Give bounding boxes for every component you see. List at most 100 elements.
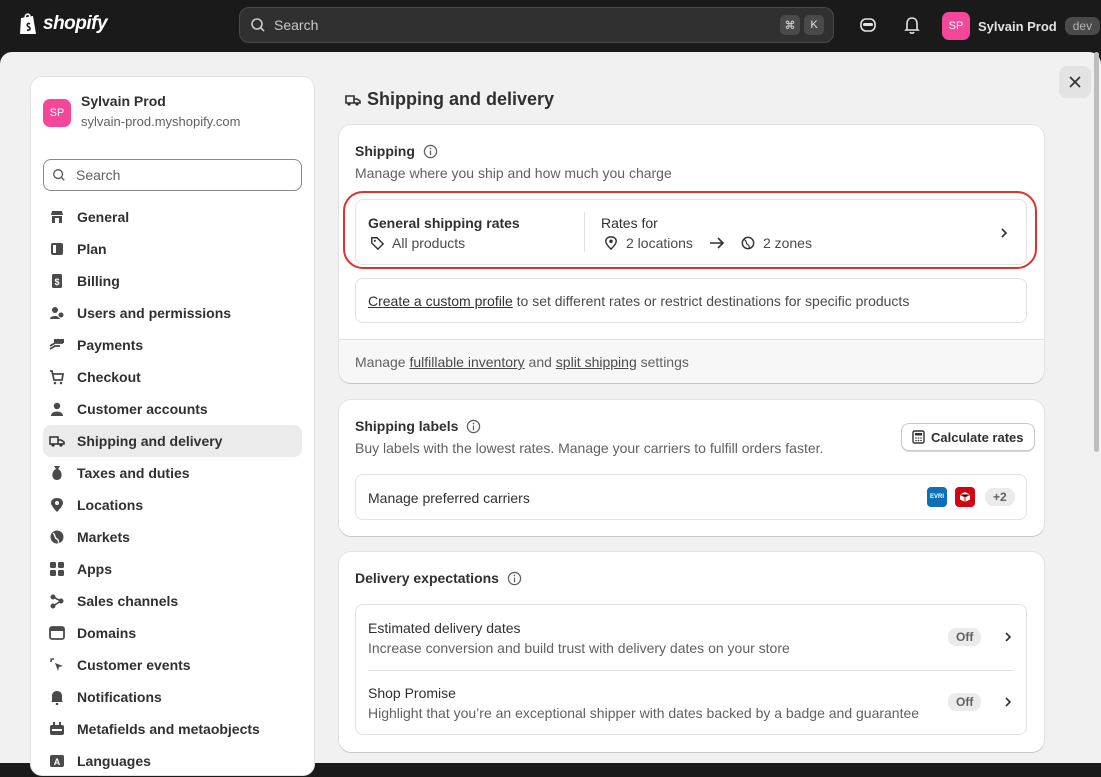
globe-icon bbox=[49, 529, 65, 545]
sidebar-store-avatar: SP bbox=[43, 99, 71, 127]
truck-icon bbox=[345, 94, 361, 106]
location-icon bbox=[49, 497, 65, 513]
sidebar-item-customer-events[interactable]: Customer events bbox=[43, 649, 302, 681]
person-icon bbox=[49, 401, 65, 417]
languages-icon: A bbox=[49, 753, 65, 769]
env-badge: dev bbox=[1064, 17, 1101, 35]
users-icon bbox=[49, 305, 65, 321]
sidebar-item-label: Apps bbox=[77, 561, 112, 577]
sidebar-item-label: Markets bbox=[77, 529, 130, 545]
estimated-delivery-dates-row[interactable]: Estimated delivery dates Increase conver… bbox=[356, 605, 1026, 670]
fulfillable-inventory-link[interactable]: fulfillable inventory bbox=[409, 354, 524, 370]
shipping-subtitle: Manage where you ship and how much you c… bbox=[355, 165, 672, 181]
bell-icon[interactable] bbox=[901, 14, 923, 36]
global-search-input[interactable]: Search ⌘ K bbox=[239, 7, 834, 43]
close-icon bbox=[1069, 76, 1081, 88]
sidebar-item-taxes[interactable]: Taxes and duties bbox=[43, 457, 302, 489]
sidebar-item-plan[interactable]: Plan bbox=[43, 233, 302, 265]
sidebar-store-header: SP Sylvain Prod sylvain-prod.myshopify.c… bbox=[43, 93, 240, 129]
delivery-expectations-card: Delivery expectations Estimated delivery… bbox=[339, 552, 1044, 752]
sidebar-item-notifications[interactable]: Notifications bbox=[43, 681, 302, 713]
split-shipping-link[interactable]: split shipping bbox=[556, 354, 637, 370]
shipping-heading: Shipping bbox=[355, 143, 438, 159]
cube-icon bbox=[959, 492, 971, 502]
settings-sidebar: SP Sylvain Prod sylvain-prod.myshopify.c… bbox=[30, 76, 315, 776]
chevron-right-icon bbox=[1005, 632, 1012, 642]
shopify-bag-icon bbox=[20, 13, 36, 34]
sidebar-item-label: Billing bbox=[77, 273, 120, 289]
sidebar-item-label: Languages bbox=[77, 753, 151, 769]
labels-heading: Shipping labels bbox=[355, 418, 481, 434]
sidebar-item-label: Customer accounts bbox=[77, 401, 208, 417]
sidebar-item-metafields[interactable]: Metafields and metaobjects bbox=[43, 713, 302, 745]
sidebar-item-customer-accounts[interactable]: Customer accounts bbox=[43, 393, 302, 425]
domains-icon bbox=[49, 625, 65, 641]
page-title: Shipping and delivery bbox=[345, 89, 554, 110]
more-carriers-badge: +2 bbox=[985, 488, 1015, 506]
calculate-rates-label: Calculate rates bbox=[931, 429, 1024, 445]
sidebar-item-billing[interactable]: $ Billing bbox=[43, 265, 302, 297]
sidebar-item-label: General bbox=[77, 209, 130, 225]
store-avatar: SP bbox=[942, 12, 970, 40]
settings-nav: General Plan $ Billing Users and permiss… bbox=[43, 201, 302, 777]
shopify-logo[interactable]: shopify bbox=[18, 12, 108, 36]
page-title-text: Shipping and delivery bbox=[367, 89, 555, 109]
sidebar-item-apps[interactable]: Apps bbox=[43, 553, 302, 585]
sidebar-store-domain: sylvain-prod.myshopify.com bbox=[81, 114, 241, 129]
store-switcher[interactable]: SP Sylvain Prod dev bbox=[942, 12, 1101, 40]
sidebar-item-languages[interactable]: A Languages bbox=[43, 745, 302, 777]
channels-icon bbox=[49, 593, 65, 609]
row-desc: Highlight that you’re an exceptional shi… bbox=[368, 705, 920, 721]
search-icon bbox=[251, 18, 265, 32]
status-badge: Off bbox=[948, 693, 982, 711]
sidebar-store-title: Sylvain Prod bbox=[81, 93, 166, 109]
metafields-icon bbox=[49, 721, 65, 737]
preferred-carriers-label: Manage preferred carriers bbox=[368, 490, 530, 506]
sidebar-item-sales-channels[interactable]: Sales channels bbox=[43, 585, 302, 617]
calculate-rates-button[interactable]: Calculate rates bbox=[901, 423, 1035, 451]
tax-icon bbox=[49, 465, 65, 481]
sidekick-icon[interactable] bbox=[857, 14, 879, 36]
evri-carrier-logo: EVRI bbox=[927, 487, 947, 507]
custom-profile-text: Create a custom profile to set different… bbox=[368, 293, 909, 309]
sidebar-item-label: Domains bbox=[77, 625, 137, 641]
footer-and: and bbox=[528, 354, 552, 370]
carrier-cube-logo bbox=[955, 487, 975, 507]
svg-text:A: A bbox=[54, 757, 61, 767]
shop-promise-row[interactable]: Shop Promise Highlight that you’re an ex… bbox=[356, 671, 1026, 736]
sidebar-item-markets[interactable]: Markets bbox=[43, 521, 302, 553]
delivery-heading-text: Delivery expectations bbox=[355, 570, 499, 586]
sidebar-item-general[interactable]: General bbox=[43, 201, 302, 233]
search-placeholder: Search bbox=[274, 17, 319, 33]
info-icon[interactable] bbox=[466, 419, 481, 434]
close-button[interactable] bbox=[1059, 66, 1091, 98]
shipping-footer: Manage fulfillable inventory and split s… bbox=[339, 339, 1044, 383]
labels-heading-text: Shipping labels bbox=[355, 418, 459, 434]
sidebar-item-label: Taxes and duties bbox=[77, 465, 190, 481]
sidebar-item-locations[interactable]: Locations bbox=[43, 489, 302, 521]
sidebar-item-payments[interactable]: Payments bbox=[43, 329, 302, 361]
cursor-icon bbox=[49, 657, 65, 673]
row-title: Shop Promise bbox=[368, 685, 456, 701]
search-icon bbox=[53, 169, 65, 181]
sidebar-item-label: Sales channels bbox=[77, 593, 179, 609]
sidebar-item-domains[interactable]: Domains bbox=[43, 617, 302, 649]
chevron-right-icon bbox=[1005, 697, 1012, 707]
info-icon[interactable] bbox=[507, 571, 522, 586]
store-name: Sylvain Prod bbox=[978, 18, 1057, 34]
shortcut-k-key: K bbox=[804, 15, 824, 35]
custom-profile-row: Create a custom profile to set different… bbox=[355, 278, 1027, 323]
scrollbar[interactable] bbox=[1094, 52, 1099, 452]
sidebar-item-users[interactable]: Users and permissions bbox=[43, 297, 302, 329]
preferred-carriers-row[interactable]: Manage preferred carriers EVRI +2 bbox=[355, 474, 1027, 520]
svg-text:$: $ bbox=[54, 277, 59, 287]
info-icon[interactable] bbox=[423, 144, 438, 159]
sidebar-item-checkout[interactable]: Checkout bbox=[43, 361, 302, 393]
sidebar-item-shipping[interactable]: Shipping and delivery bbox=[43, 425, 302, 457]
settings-search-input[interactable]: Search bbox=[43, 159, 302, 191]
sidebar-item-label: Customer events bbox=[77, 657, 191, 673]
create-custom-profile-link[interactable]: Create a custom profile bbox=[368, 293, 513, 309]
shipping-footer-text: Manage fulfillable inventory and split s… bbox=[355, 354, 689, 370]
delivery-heading: Delivery expectations bbox=[355, 570, 522, 586]
sidebar-item-label: Checkout bbox=[77, 369, 141, 385]
